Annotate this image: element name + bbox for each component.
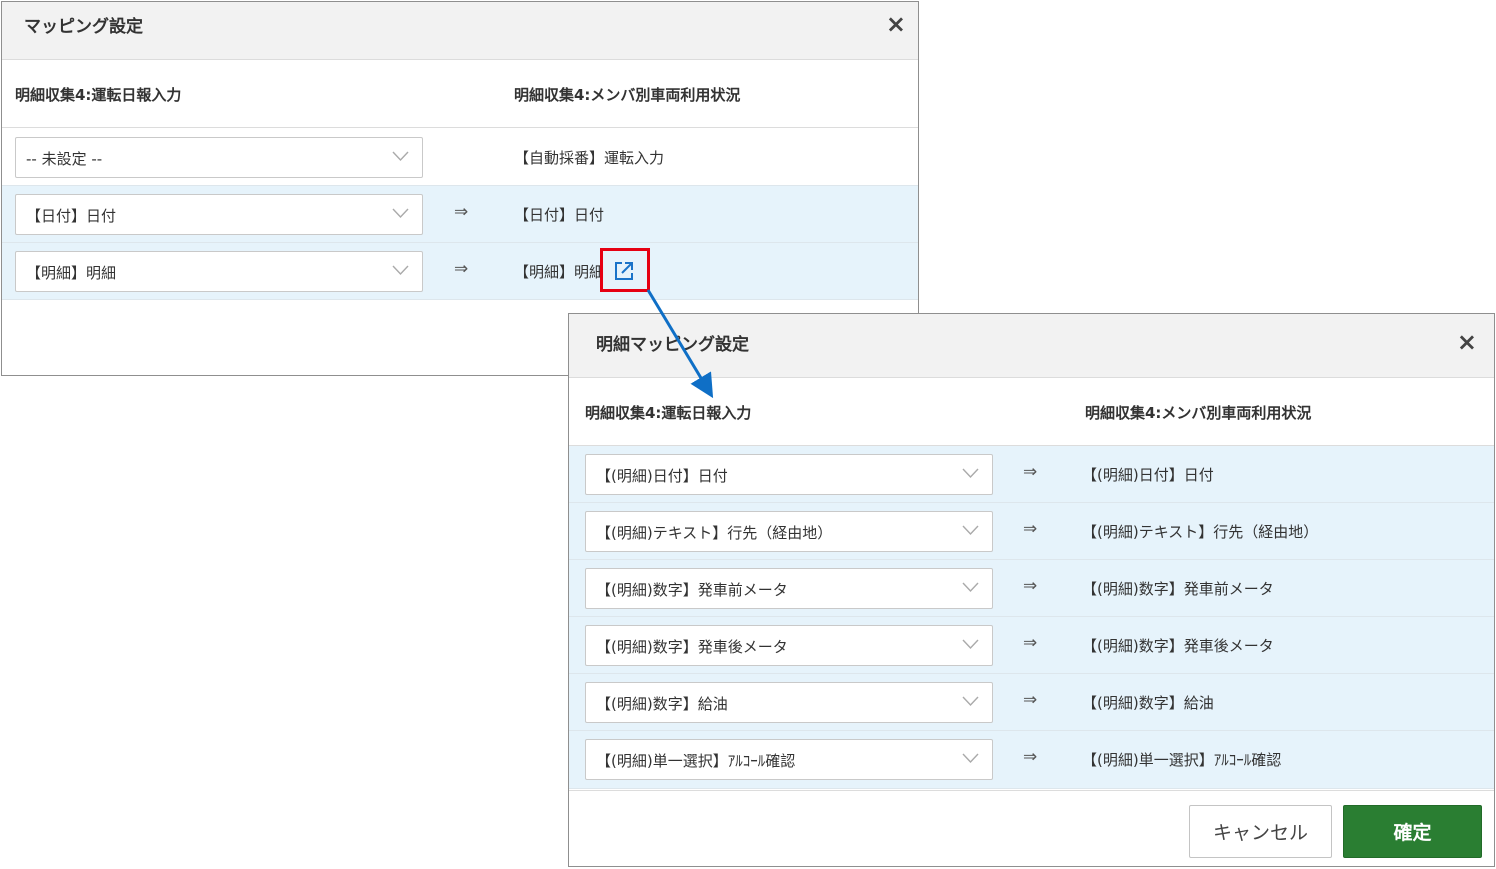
select-value: 【(明細)テキスト】行先（経由地） xyxy=(596,524,833,542)
mapping-arrow: ⇒ xyxy=(1023,690,1038,710)
chevron-down-icon xyxy=(392,208,409,219)
confirm-button[interactable]: 確定 xyxy=(1343,805,1482,858)
mapping-row: 【明細】明細 ⇒ 【明細】明細 xyxy=(2,243,918,300)
mapping-row: 【(明細)テキスト】行先（経由地） ⇒ 【(明細)テキスト】行先（経由地） xyxy=(569,503,1494,560)
mapping-arrow: ⇒ xyxy=(1023,576,1038,596)
source-column-label: 明細収集4:運転日報入力 xyxy=(585,404,752,422)
detail-mapping-settings-dialog: 明細マッピング設定 × 明細収集4:運転日報入力 明細収集4:メンバ別車両利用状… xyxy=(568,313,1495,867)
chevron-down-icon xyxy=(962,525,979,536)
target-field-label: 【(明細)テキスト】行先（経由地） xyxy=(1082,523,1319,541)
source-field-select[interactable]: 【(明細)テキスト】行先（経由地） xyxy=(585,511,993,552)
mapping-row: 【(明細)単一選択】ｱﾙｺｰﾙ確認 ⇒ 【(明細)単一選択】ｱﾙｺｰﾙ確認 xyxy=(569,731,1494,789)
target-field-label: 【(明細)数字】発車後メータ xyxy=(1082,637,1274,655)
mapping-row: 【(明細)数字】発車前メータ ⇒ 【(明細)数字】発車前メータ xyxy=(569,560,1494,617)
column-header: 明細収集4:運転日報入力 明細収集4:メンバ別車両利用状況 xyxy=(569,378,1494,446)
mapping-arrow: ⇒ xyxy=(454,259,469,279)
chevron-down-icon xyxy=(962,753,979,764)
dialog-title: 明細マッピング設定 xyxy=(596,335,749,355)
dialog-header: マッピング設定 × xyxy=(2,2,918,60)
chevron-down-icon xyxy=(962,468,979,479)
target-field-label: 【明細】明細 xyxy=(514,263,605,281)
source-field-select[interactable]: 【(明細)単一選択】ｱﾙｺｰﾙ確認 xyxy=(585,739,993,780)
chevron-down-icon xyxy=(392,265,409,276)
cancel-button[interactable]: キャンセル xyxy=(1189,805,1332,858)
select-value: 【(明細)日付】日付 xyxy=(596,467,728,485)
mapping-row: 【(明細)日付】日付 ⇒ 【(明細)日付】日付 xyxy=(569,446,1494,503)
mapping-row: 【日付】日付 ⇒ 【日付】日付 xyxy=(2,186,918,243)
mapping-row: -- 未設定 -- 【自動採番】運転入力 xyxy=(2,129,918,186)
mapping-arrow: ⇒ xyxy=(1023,633,1038,653)
mapping-row: 【(明細)数字】発車後メータ ⇒ 【(明細)数字】発車後メータ xyxy=(569,617,1494,674)
source-field-select[interactable]: 【(明細)数字】発車後メータ xyxy=(585,625,993,666)
mapping-arrow: ⇒ xyxy=(454,202,469,222)
source-field-select[interactable]: 【日付】日付 xyxy=(15,194,423,235)
close-icon[interactable]: × xyxy=(886,12,906,36)
source-field-select[interactable]: 【(明細)日付】日付 xyxy=(585,454,993,495)
select-value: 【(明細)数字】発車前メータ xyxy=(596,581,788,599)
source-field-select[interactable]: 【(明細)数字】発車前メータ xyxy=(585,568,993,609)
source-column-label: 明細収集4:運転日報入力 xyxy=(15,86,182,104)
dialog-header: 明細マッピング設定 × xyxy=(569,314,1494,378)
source-field-select[interactable]: 【(明細)数字】給油 xyxy=(585,682,993,723)
target-field-label: 【日付】日付 xyxy=(514,206,605,224)
dialog-footer: キャンセル 確定 xyxy=(569,790,1494,866)
target-column-label: 明細収集4:メンバ別車両利用状況 xyxy=(514,86,741,104)
chevron-down-icon xyxy=(962,582,979,593)
target-column-label: 明細収集4:メンバ別車両利用状況 xyxy=(1085,404,1312,422)
select-value: 【(明細)単一選択】ｱﾙｺｰﾙ確認 xyxy=(596,752,796,770)
source-field-select[interactable]: -- 未設定 -- xyxy=(15,137,423,178)
target-field-label: 【(明細)単一選択】ｱﾙｺｰﾙ確認 xyxy=(1082,751,1282,769)
target-field-label: 【自動採番】運転入力 xyxy=(514,149,665,167)
source-field-select[interactable]: 【明細】明細 xyxy=(15,251,423,292)
select-value: 【日付】日付 xyxy=(26,207,117,225)
highlight-box xyxy=(600,248,650,292)
mapping-arrow: ⇒ xyxy=(1023,747,1038,767)
select-value: 【(明細)数字】給油 xyxy=(596,695,728,713)
target-field-label: 【(明細)日付】日付 xyxy=(1082,466,1214,484)
select-value: 【(明細)数字】発車後メータ xyxy=(596,638,788,656)
column-header: 明細収集4:運転日報入力 明細収集4:メンバ別車両利用状況 xyxy=(2,60,918,128)
target-field-label: 【(明細)数字】給油 xyxy=(1082,694,1214,712)
target-field-label: 【(明細)数字】発車前メータ xyxy=(1082,580,1274,598)
close-icon[interactable]: × xyxy=(1457,330,1477,354)
mapping-arrow: ⇒ xyxy=(1023,519,1038,539)
select-value: 【明細】明細 xyxy=(26,264,117,282)
chevron-down-icon xyxy=(962,639,979,650)
mapping-row: 【(明細)数字】給油 ⇒ 【(明細)数字】給油 xyxy=(569,674,1494,731)
mapping-arrow: ⇒ xyxy=(1023,462,1038,482)
dialog-title: マッピング設定 xyxy=(24,17,143,37)
select-value: -- 未設定 -- xyxy=(26,150,103,168)
chevron-down-icon xyxy=(962,696,979,707)
chevron-down-icon xyxy=(392,151,409,162)
